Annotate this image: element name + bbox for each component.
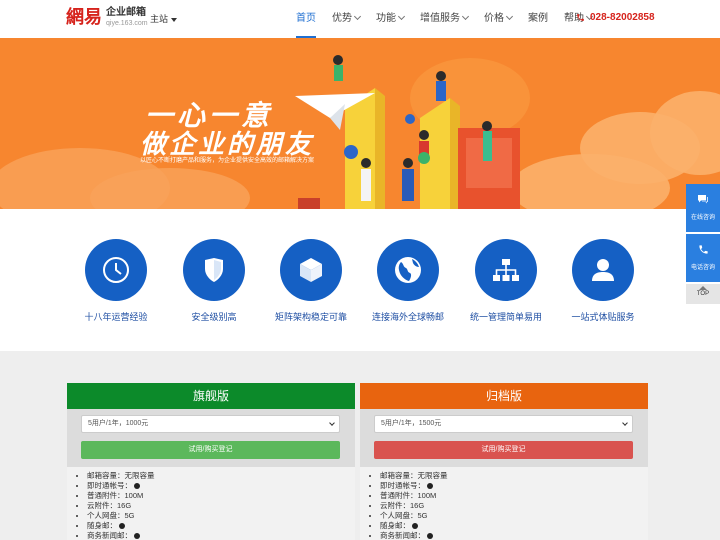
list-item: 云附件：16G <box>380 501 648 511</box>
list-item: 随身邮： <box>380 521 648 531</box>
plan-select[interactable]: 5用户/1年，1500元 <box>374 415 633 433</box>
pricing-section: 旗舰版 5用户/1年，1000元 试用/购买登记 邮箱容量：无限容量 即时通帐号… <box>0 351 720 540</box>
list-item: 商务新闻邮： <box>87 531 355 540</box>
nav-item-home[interactable]: 首页 <box>288 0 324 38</box>
list-item: 即时通帐号： <box>87 481 355 491</box>
shield-icon <box>183 239 245 301</box>
chevron-down-icon <box>622 420 628 426</box>
feature-architecture[interactable]: 矩阵架构稳定可靠 <box>261 239 361 323</box>
chevron-down-icon <box>329 420 335 426</box>
plan-card-flagship: 旗舰版 5用户/1年，1000元 试用/购买登记 邮箱容量：无限容量 即时通帐号… <box>67 383 355 540</box>
feature-label: 安全级别高 <box>191 312 237 322</box>
caret-down-icon <box>171 17 178 22</box>
list-item: 随身邮： <box>87 521 355 531</box>
phone-number: 028-82002858 <box>590 12 655 23</box>
logo[interactable]: 網易 企业邮箱 qiye.163.com <box>66 7 148 29</box>
register-button[interactable]: 试用/购买登记 <box>81 441 340 459</box>
nav-item-pricing[interactable]: 价格 <box>476 0 520 38</box>
list-item: 个人网盘：5G <box>380 511 648 521</box>
feature-service[interactable]: 一站式体贴服务 <box>553 239 653 323</box>
site-switch-label: 主站 <box>150 14 169 24</box>
list-item: 普通附件：100M <box>380 491 648 501</box>
list-item: 商务新闻邮： <box>380 531 648 540</box>
nav-item-cases[interactable]: 案例 <box>520 0 556 38</box>
list-item: 个人网盘：5G <box>87 511 355 521</box>
plan-card-archive: 归档版 5用户/1年，1500元 试用/购买登记 邮箱容量：无限容量 即时通帐号… <box>360 383 648 540</box>
list-item: 普通附件：100M <box>87 491 355 501</box>
feature-label: 统一管理简单易用 <box>469 312 542 322</box>
chevron-down-icon <box>353 12 362 21</box>
check-icon <box>427 483 433 490</box>
feature-label: 十八年运营经验 <box>84 312 148 322</box>
chat-icon <box>698 195 708 204</box>
org-chart-icon <box>475 239 537 301</box>
chevron-down-icon <box>505 12 514 21</box>
chevron-down-icon <box>397 12 406 21</box>
phone-icon <box>698 245 708 254</box>
banner-subtitle: 以匠心不断打磨产品和服务，为企业提供安全高效的邮箱解决方案 <box>140 158 315 164</box>
feature-label: 一站式体贴服务 <box>571 312 635 322</box>
register-button[interactable]: 试用/购买登记 <box>374 441 633 459</box>
feature-global[interactable]: 连接海外全球畅邮 <box>358 239 458 323</box>
plan-title: 旗舰版 <box>67 383 355 409</box>
feature-label: 矩阵架构稳定可靠 <box>274 312 347 322</box>
check-icon <box>134 533 140 540</box>
check-icon <box>134 483 140 490</box>
logo-name: 企业邮箱 <box>106 7 146 18</box>
site-header: 網易 企业邮箱 qiye.163.com 主站 首页 优势 功能 增值服务 价格… <box>0 0 720 38</box>
nav-item-features[interactable]: 功能 <box>368 0 412 38</box>
banner-illustration <box>0 38 720 209</box>
online-consult-button[interactable]: 在线咨询 <box>686 184 720 232</box>
list-item: 邮箱容量：无限容量 <box>380 471 648 481</box>
main-nav: 首页 优势 功能 增值服务 价格 案例 帮助 <box>288 0 600 38</box>
side-float-bar: 在线咨询 电话咨询 TOP <box>686 184 720 304</box>
list-item: 云附件：16G <box>87 501 355 511</box>
plan-title: 归档版 <box>360 383 648 409</box>
nav-item-value-added[interactable]: 增值服务 <box>412 0 476 38</box>
clock-icon <box>85 239 147 301</box>
feature-security[interactable]: 安全级别高 <box>164 239 264 323</box>
back-to-top-button[interactable]: TOP <box>686 284 720 304</box>
plan-feature-list: 邮箱容量：无限容量 即时通帐号： 普通附件：100M 云附件：16G 个人网盘：… <box>67 467 355 540</box>
features-section: 十八年运营经验 安全级别高 矩阵架构稳定可靠 连接海外全球畅邮 统一管理简单易用… <box>0 209 720 351</box>
plan-feature-list: 邮箱容量：无限容量 即时通帐号： 普通附件：100M 云附件：16G 个人网盘：… <box>360 467 648 540</box>
list-item: 即时通帐号： <box>380 481 648 491</box>
user-icon <box>572 239 634 301</box>
globe-icon <box>377 239 439 301</box>
phone-consult-button[interactable]: 电话咨询 <box>686 234 720 282</box>
header-phone[interactable]: 028-82002858 <box>576 12 655 23</box>
phone-icon <box>577 14 584 21</box>
check-icon <box>119 523 125 530</box>
hero-banner[interactable]: 一心一意 做企业的朋友 以匠心不断打磨产品和服务，为企业提供安全高效的邮箱解决方… <box>0 38 720 209</box>
nav-item-advantages[interactable]: 优势 <box>324 0 368 38</box>
cube-icon <box>280 239 342 301</box>
logo-url: qiye.163.com <box>106 20 148 27</box>
feature-experience[interactable]: 十八年运营经验 <box>66 239 166 323</box>
logo-mark: 網易 <box>66 7 102 28</box>
feature-management[interactable]: 统一管理简单易用 <box>456 239 556 323</box>
chevron-down-icon <box>461 12 470 21</box>
plan-select[interactable]: 5用户/1年，1000元 <box>81 415 340 433</box>
check-icon <box>427 533 433 540</box>
triangle-up-icon <box>699 286 707 290</box>
list-item: 邮箱容量：无限容量 <box>87 471 355 481</box>
site-switch-dropdown[interactable]: 主站 <box>150 12 178 25</box>
check-icon <box>412 523 418 530</box>
feature-label: 连接海外全球畅邮 <box>371 312 444 322</box>
